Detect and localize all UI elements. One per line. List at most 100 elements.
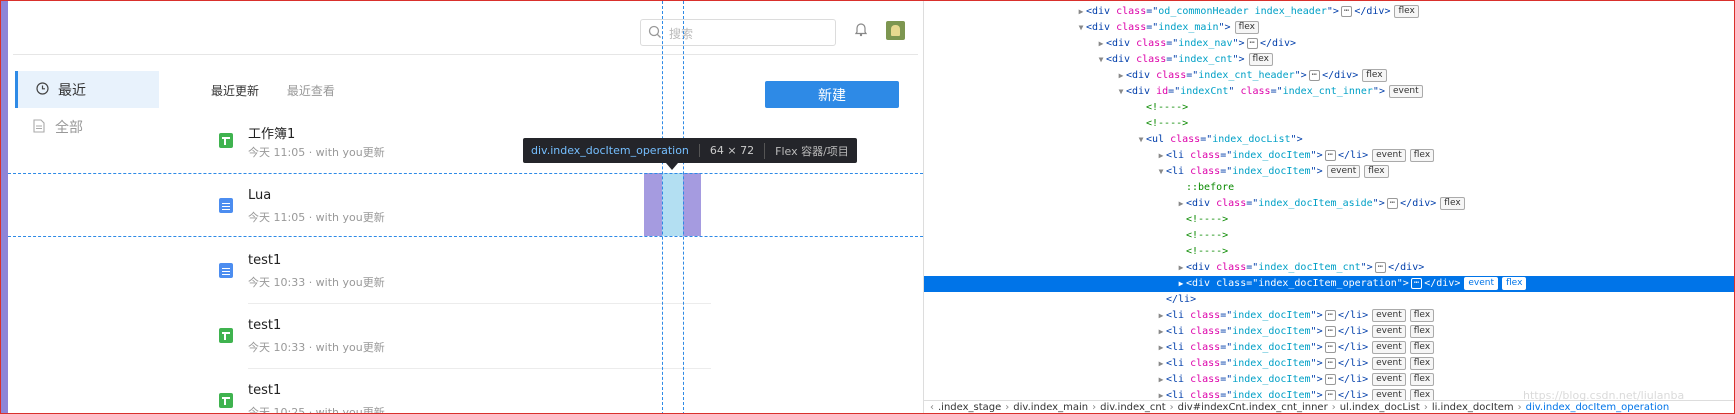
dom-node[interactable]: ▼ <li class="index_docItem"> event flex <box>924 164 1734 180</box>
dom-node[interactable]: ▼ <div class="index_cnt"> flex <box>924 52 1734 68</box>
collapsed-twisty-icon[interactable]: ▶ <box>1156 356 1166 372</box>
list-item[interactable]: test1 今天 10:33 · with you更新 <box>211 239 711 304</box>
dom-node[interactable]: <!----> <box>924 116 1734 132</box>
tab-recent-updated[interactable]: 最近更新 <box>211 84 259 98</box>
collapsed-content-button[interactable]: ⋯ <box>1324 374 1337 385</box>
expanded-twisty-icon[interactable]: ▼ <box>1136 132 1146 148</box>
dom-node[interactable]: ▶ <li class="index_docItem"> ⋯ </li> event fl… <box>924 356 1734 372</box>
flex-badge[interactable]: flex <box>1502 277 1527 290</box>
tooltip-arrow <box>666 163 678 170</box>
collapsed-content-button[interactable]: ⋯ <box>1374 262 1387 273</box>
bell-icon[interactable] <box>854 22 868 37</box>
flex-badge[interactable]: flex <box>1234 21 1259 34</box>
collapsed-content-button[interactable]: ⋯ <box>1308 70 1321 81</box>
flex-badge[interactable]: flex <box>1394 5 1419 18</box>
flex-badge[interactable]: flex <box>1409 309 1435 322</box>
expanded-twisty-icon[interactable]: ▼ <box>1156 164 1166 180</box>
event-badge[interactable]: event <box>1326 165 1361 178</box>
collapsed-twisty-icon[interactable]: ▶ <box>1156 148 1166 164</box>
dom-node[interactable]: <!----> <box>924 100 1734 116</box>
dom-node[interactable]: ▼ <ul class="index_docList"> <box>924 132 1734 148</box>
flex-badge[interactable]: flex <box>1409 357 1435 370</box>
event-badge[interactable]: event <box>1464 277 1499 290</box>
collapsed-content-button[interactable]: ⋯ <box>1324 310 1337 321</box>
event-badge[interactable]: event <box>1372 357 1406 370</box>
collapsed-twisty-icon[interactable]: ▶ <box>1116 68 1126 84</box>
list-item[interactable]: test1 今天 10:33 · with you更新 <box>211 304 711 369</box>
dom-node[interactable]: ▶ <li class="index_docItem"> ⋯ </li> event fl… <box>924 308 1734 324</box>
flex-badge[interactable]: flex <box>1409 373 1435 386</box>
collapsed-content-button[interactable]: ⋯ <box>1246 38 1258 49</box>
expanded-twisty-icon[interactable]: ▼ <box>1116 84 1126 100</box>
event-badge[interactable]: event <box>1372 325 1406 338</box>
list-item[interactable]: Lua 今天 11:05 · with you更新 <box>211 174 711 239</box>
collapsed-twisty-icon[interactable]: ▶ <box>1176 260 1186 276</box>
breadcrumb-item[interactable]: .index_stage <box>938 402 1001 413</box>
collapsed-twisty-icon[interactable]: ▶ <box>1176 276 1186 292</box>
dom-node[interactable]: ::before <box>924 180 1734 196</box>
dom-node[interactable]: ▶ <div class="index_docItem_aside"> ⋯ </div… <box>924 196 1734 212</box>
dom-node[interactable]: ▶ <div class="od_commonHeader index_heade… <box>924 4 1734 20</box>
dom-node[interactable]: <!----> <box>924 212 1734 228</box>
flex-badge[interactable]: flex <box>1409 149 1435 162</box>
collapsed-twisty-icon[interactable]: ▶ <box>1076 4 1086 20</box>
dom-node-selected[interactable]: ▶ <div class="index_docItem_operation"> ⋯ <… <box>924 276 1734 292</box>
collapsed-content-button[interactable]: ⋯ <box>1324 326 1337 337</box>
dom-node[interactable]: <!----> <box>924 244 1734 260</box>
flex-badge[interactable]: flex <box>1409 341 1435 354</box>
breadcrumb-item[interactable]: div.index_docItem_operation <box>1526 402 1670 413</box>
dom-node[interactable]: </li> <box>924 292 1734 308</box>
collapsed-twisty-icon[interactable]: ▶ <box>1156 324 1166 340</box>
dom-node[interactable]: ▶ <li class="index_docItem"> ⋯ </li> event fl… <box>924 148 1734 164</box>
flex-badge[interactable]: flex <box>1362 69 1387 82</box>
closing-tag: </div> <box>1354 6 1391 17</box>
dom-node[interactable]: ▶ <div class="index_cnt_header"> ⋯ </div> fl… <box>924 68 1734 84</box>
avatar[interactable] <box>886 21 905 40</box>
collapsed-content-button[interactable]: ⋯ <box>1324 150 1337 161</box>
list-item[interactable]: test1 今天 10:25 · with you更新 <box>211 369 711 413</box>
new-button[interactable]: 新建 <box>765 81 899 108</box>
expanded-twisty-icon[interactable]: ▼ <box>1076 20 1086 36</box>
event-badge[interactable]: event <box>1372 149 1406 162</box>
flex-badge[interactable]: flex <box>1248 53 1273 66</box>
dom-node[interactable]: ▶ <div class="index_nav"> ⋯ </div> <box>924 36 1734 52</box>
breadcrumb-item[interactable]: ul.index_docList <box>1340 402 1420 413</box>
sidebar-item-recent[interactable]: 最近 <box>15 71 159 108</box>
collapsed-twisty-icon[interactable]: ▶ <box>1176 196 1186 212</box>
expanded-twisty-icon[interactable]: ▼ <box>1096 52 1106 68</box>
collapsed-twisty-icon[interactable]: ▶ <box>1156 340 1166 356</box>
event-badge[interactable]: event <box>1372 309 1406 322</box>
collapsed-twisty-icon[interactable]: ▶ <box>1096 36 1106 52</box>
tag-end: > <box>1224 22 1231 33</box>
dom-node[interactable]: ▶ <li class="index_docItem"> ⋯ </li> event fl… <box>924 340 1734 356</box>
dom-node[interactable]: ▼ <div id="indexCnt" class="index_cnt_inn… <box>924 84 1734 100</box>
collapsed-content-button[interactable]: ⋯ <box>1324 358 1337 369</box>
breadcrumb-item[interactable]: div.index_main <box>1013 402 1088 413</box>
event-badge[interactable]: event <box>1372 373 1406 386</box>
dom-node[interactable]: ▼ <div class="index_main"> flex <box>924 20 1734 36</box>
attr-name: class <box>1156 70 1187 81</box>
tab-recent-viewed[interactable]: 最近查看 <box>287 84 335 98</box>
breadcrumb-item[interactable]: div.index_cnt <box>1100 402 1166 413</box>
search-input[interactable]: 搜索 <box>640 19 836 46</box>
collapsed-twisty-icon[interactable]: ▶ <box>1156 308 1166 324</box>
collapsed-content-button[interactable]: ⋯ <box>1410 278 1423 289</box>
breadcrumb-item[interactable]: li.index_docItem <box>1432 402 1514 413</box>
clock-icon <box>36 82 49 95</box>
collapsed-twisty-icon[interactable]: ▶ <box>1156 372 1166 388</box>
collapsed-content-button[interactable]: ⋯ <box>1386 198 1399 209</box>
event-badge[interactable]: event <box>1388 85 1423 98</box>
collapsed-content-button[interactable]: ⋯ <box>1340 6 1353 17</box>
event-badge[interactable]: event <box>1372 341 1406 354</box>
dom-node[interactable]: ▶ <div class="index_docItem_cnt"> ⋯ </div> <box>924 260 1734 276</box>
flex-badge[interactable]: flex <box>1440 197 1465 210</box>
collapsed-content-button[interactable]: ⋯ <box>1324 342 1337 353</box>
dom-node[interactable]: ▶ <li class="index_docItem"> ⋯ </li> event fl… <box>924 372 1734 388</box>
punct: =" <box>1220 310 1233 321</box>
breadcrumb-item[interactable]: div#indexCnt.index_cnt_inner <box>1178 402 1328 413</box>
dom-node[interactable]: <!----> <box>924 228 1734 244</box>
flex-badge[interactable]: flex <box>1409 325 1435 338</box>
flex-badge[interactable]: flex <box>1364 165 1389 178</box>
dom-node[interactable]: ▶ <li class="index_docItem"> ⋯ </li> event fl… <box>924 324 1734 340</box>
sidebar-item-all[interactable]: 全部 <box>15 108 159 145</box>
